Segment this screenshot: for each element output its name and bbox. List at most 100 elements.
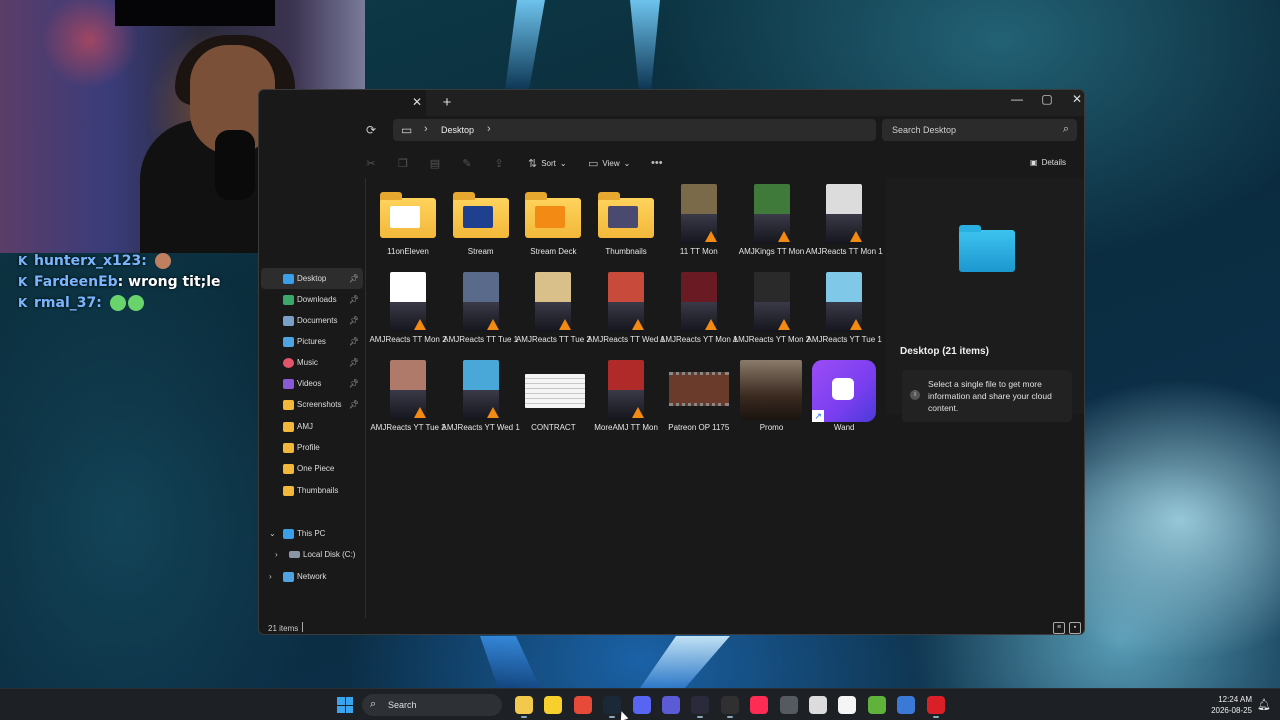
file-item[interactable]: AMJReacts TT Tue 2: [516, 272, 591, 358]
details-pane-button[interactable]: ▣ Details: [1030, 158, 1066, 167]
video-preview: [753, 184, 790, 244]
utorrent-icon[interactable]: [867, 696, 886, 714]
start-button[interactable]: [337, 697, 353, 713]
sidebar-item-network[interactable]: › Network: [261, 566, 363, 587]
new-tab-button[interactable]: +: [439, 95, 455, 111]
thumbnail-top: [608, 360, 645, 390]
system-clock[interactable]: 12:24 AM 2026-08-25: [1206, 694, 1252, 716]
sidebar-item-label: Screenshots: [297, 400, 342, 409]
tab-desktop[interactable]: ✕: [366, 90, 426, 116]
file-item[interactable]: 11onEleven: [372, 184, 444, 270]
file-item[interactable]: Stream: [445, 184, 517, 270]
folder-icon: [283, 442, 294, 453]
file-item[interactable]: CONTRACT: [517, 360, 589, 446]
file-item[interactable]: ↗ Wand: [808, 360, 880, 446]
close-tab-icon[interactable]: ✕: [410, 95, 424, 109]
command-bar: ✂ ❐ ▤ ✎ ⇪ ⇅ Sort ⌄ ▭ View ⌄ •••: [366, 152, 1084, 174]
sidebar-item-profile[interactable]: Profile: [261, 437, 363, 458]
sticky-notes-icon[interactable]: [544, 696, 563, 714]
sidebar-item-thumbnails[interactable]: Thumbnails: [261, 480, 363, 501]
file-name: MoreAMJ TT Mon: [594, 423, 658, 432]
file-item[interactable]: AMJReacts YT Wed 1: [442, 360, 520, 446]
itunes-icon[interactable]: [838, 696, 857, 714]
sidebar-item-label: This PC: [297, 529, 326, 538]
file-item[interactable]: AMJReacts TT Tue 1: [443, 272, 518, 358]
refresh-icon[interactable]: ⟳: [366, 123, 380, 137]
file-item[interactable]: AMJReacts YT Mon 2: [733, 272, 810, 358]
pin-icon: 📌︎: [348, 379, 359, 388]
maximize-button[interactable]: ▢: [1032, 90, 1062, 108]
file-item[interactable]: AMJReacts TT Mon 1: [806, 184, 883, 270]
close-window-button[interactable]: ✕: [1062, 90, 1084, 108]
chevron-right-icon[interactable]: ›: [275, 550, 278, 559]
minimize-button[interactable]: —: [1002, 90, 1032, 108]
obs-icon[interactable]: [720, 696, 739, 714]
file-item[interactable]: Patreon OP 1175: [663, 360, 735, 446]
file-item[interactable]: AMJKings TT Mon: [736, 184, 808, 270]
sidebar-item-label: One Piece: [297, 464, 335, 473]
discord-icon[interactable]: [632, 696, 651, 714]
sidebar-item-music[interactable]: Music 📌︎: [261, 352, 363, 373]
file-item[interactable]: AMJReacts TT Wed 1: [587, 272, 665, 358]
sidebar-item-this-pc[interactable]: ⌄ This PC: [261, 523, 363, 544]
cut-icon[interactable]: ✂: [364, 157, 378, 171]
folder-preview: [462, 206, 493, 228]
file-item[interactable]: AMJReacts YT Tue 2: [370, 360, 446, 446]
chevron-down-icon[interactable]: ⌄: [269, 529, 276, 538]
delete-icon[interactable]: [494, 157, 508, 171]
file-item[interactable]: AMJReacts YT Mon 1: [660, 272, 738, 358]
chrome-icon[interactable]: [573, 696, 592, 714]
sort-button[interactable]: ⇅ Sort ⌄: [528, 157, 567, 170]
rename-icon[interactable]: ✎: [460, 157, 474, 171]
file-item[interactable]: Stream Deck: [517, 184, 589, 270]
file-item[interactable]: AMJReacts YT Tue 1: [807, 272, 882, 358]
file-name: Patreon OP 1175: [668, 423, 730, 432]
notification-bell-icon[interactable]: 🔔︎: [1257, 698, 1271, 711]
sort-icon: ⇅: [528, 158, 538, 170]
breadcrumb-chevron-icon[interactable]: ›: [487, 123, 491, 135]
paste-icon[interactable]: ▤: [428, 157, 442, 171]
more-options-button[interactable]: •••: [651, 157, 663, 169]
wallpaper-shard: [630, 0, 660, 90]
this-pc-monitor-icon[interactable]: ▭: [401, 123, 412, 137]
sidebar-item-videos[interactable]: Videos 📌︎: [261, 373, 363, 394]
chevron-right-icon[interactable]: ›: [269, 572, 272, 581]
details-view-toggle-icon[interactable]: ≡: [1053, 622, 1065, 634]
sidebar-item-documents[interactable]: Documents 📌︎: [261, 310, 363, 331]
sidebar-item-downloads[interactable]: Downloads 📌︎: [261, 289, 363, 310]
copy-icon[interactable]: ❐: [396, 157, 410, 171]
thumbnail-top: [608, 272, 645, 302]
sidebar-item-desktop[interactable]: Desktop 📌︎: [261, 268, 363, 289]
clock-date: 2026-08-25: [1211, 706, 1252, 715]
stream-deck-icon[interactable]: [691, 696, 710, 714]
drive-icon: [289, 551, 300, 558]
wheel-icon[interactable]: [809, 696, 827, 714]
file-name: AMJReacts YT Tue 2: [370, 423, 446, 432]
creative-cloud-icon[interactable]: [926, 696, 945, 714]
file-item[interactable]: 11 TT Mon: [663, 184, 735, 270]
file-item[interactable]: AMJReacts TT Mon 2: [369, 272, 447, 358]
taskbar-search[interactable]: ⌕ Search: [362, 694, 502, 716]
tiktok-icon[interactable]: [750, 696, 769, 714]
settings-icon[interactable]: [779, 696, 798, 714]
file-item[interactable]: MoreAMJ TT Mon: [590, 360, 662, 446]
breadcrumb-desktop[interactable]: Desktop: [441, 125, 474, 135]
file-item[interactable]: Promo: [736, 360, 808, 446]
file-explorer-icon[interactable]: [515, 696, 533, 714]
document-preview: [525, 374, 586, 408]
sidebar-item-screenshots[interactable]: Screenshots 📌︎: [261, 394, 363, 415]
sidebar-item-local-disk[interactable]: › Local Disk (C:): [261, 544, 363, 565]
sidebar-item-amj[interactable]: AMJ: [261, 416, 363, 437]
sidebar-item-pictures[interactable]: Pictures 📌︎: [261, 331, 363, 352]
file-name: AMJReacts YT Tue 1: [806, 335, 882, 344]
tiles-view-toggle-icon[interactable]: ▪: [1069, 622, 1081, 634]
breadcrumb-chevron-icon[interactable]: ›: [424, 123, 428, 135]
streamlabs-icon[interactable]: [662, 696, 680, 714]
wallpaper-shard: [505, 0, 545, 90]
file-name: Wand: [833, 423, 855, 432]
view-button[interactable]: ▭ View ⌄: [588, 157, 630, 170]
sidebar-item-one-piece[interactable]: One Piece: [261, 458, 363, 479]
file-item[interactable]: Thumbnails: [590, 184, 662, 270]
search-input[interactable]: Search Desktop ⌕: [882, 119, 1077, 141]
layers-icon[interactable]: [897, 696, 916, 714]
